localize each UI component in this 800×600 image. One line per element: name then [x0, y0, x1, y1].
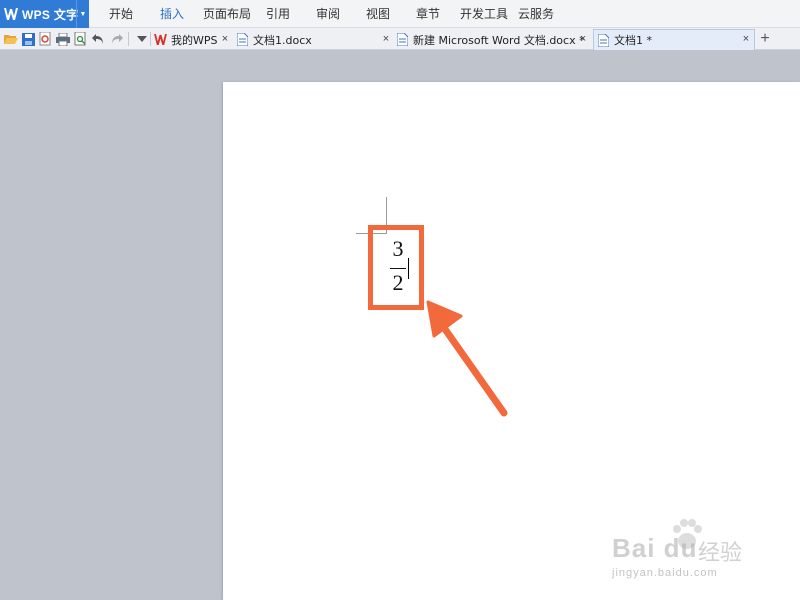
save-icon[interactable] [20, 31, 36, 47]
watermark-brand: Bai du [612, 533, 698, 563]
fraction-numerator: 3 [392, 236, 404, 261]
baidu-watermark: Bai du 经验 jingyan.baidu.com [612, 515, 772, 585]
text-caret [408, 258, 409, 279]
close-icon[interactable]: × [740, 29, 752, 50]
tab-label: 我的WPS [171, 33, 218, 47]
document-icon [597, 33, 610, 47]
undo-icon[interactable] [90, 31, 106, 47]
close-icon[interactable]: × [380, 29, 392, 50]
menu-developer[interactable]: 开发工具 [460, 0, 508, 28]
watermark-product: 经验 [698, 541, 743, 566]
close-icon[interactable]: × [577, 29, 589, 50]
tab-document1-active[interactable]: 文档1 * [593, 29, 755, 50]
document-icon [236, 33, 249, 46]
app-title: WPS 文字 [22, 7, 79, 22]
menu-page-layout[interactable]: 页面布局 [203, 0, 251, 28]
menu-bar: WPS 文字 ▼ 开始 插入 页面布局 引用 审阅 视图 章节 开发工具 云服务 [0, 0, 800, 28]
menu-view[interactable]: 视图 [366, 0, 390, 28]
tab-label: 文档1.docx [253, 33, 312, 47]
tab-bar: 我的WPS × 文档1.docx × 新建 Microsoft Word 文档.… [0, 28, 800, 50]
fraction-bar [390, 268, 406, 269]
tab-new-word-document[interactable]: 新建 Microsoft Word 文档.docx * [396, 29, 592, 50]
toolbar-separator [150, 32, 151, 46]
document-icon [396, 33, 409, 46]
add-tab-button[interactable]: + [757, 29, 773, 49]
fraction-denominator: 2 [392, 270, 404, 295]
customize-dropdown-icon[interactable] [134, 31, 150, 47]
watermark-url: jingyan.baidu.com [612, 567, 718, 579]
wps-home-icon [154, 33, 167, 46]
menu-section[interactable]: 章节 [416, 0, 440, 28]
tab-label: 文档1 * [614, 34, 652, 47]
toolbar-separator [128, 32, 129, 46]
tab-document1-docx[interactable]: 文档1.docx [236, 29, 386, 50]
close-icon[interactable]: × [219, 29, 231, 50]
redo-icon[interactable] [108, 31, 124, 47]
menu-review[interactable]: 审阅 [316, 0, 340, 28]
menu-start[interactable]: 开始 [109, 0, 133, 28]
print-icon[interactable] [55, 31, 71, 47]
chevron-down-icon[interactable]: ▼ [76, 0, 89, 28]
fraction-equation[interactable]: 3 2 [388, 237, 408, 299]
menu-cloud[interactable]: 云服务 [518, 0, 554, 28]
print-preview-icon[interactable] [72, 31, 88, 47]
menu-insert[interactable]: 插入 [160, 0, 184, 28]
wps-w-icon [4, 7, 18, 21]
open-folder-icon[interactable] [3, 31, 19, 47]
tab-label: 新建 Microsoft Word 文档.docx * [413, 33, 585, 47]
menu-references[interactable]: 引用 [266, 0, 290, 28]
export-pdf-icon[interactable] [37, 31, 53, 47]
app-menu-button[interactable]: WPS 文字 ▼ [0, 0, 89, 28]
